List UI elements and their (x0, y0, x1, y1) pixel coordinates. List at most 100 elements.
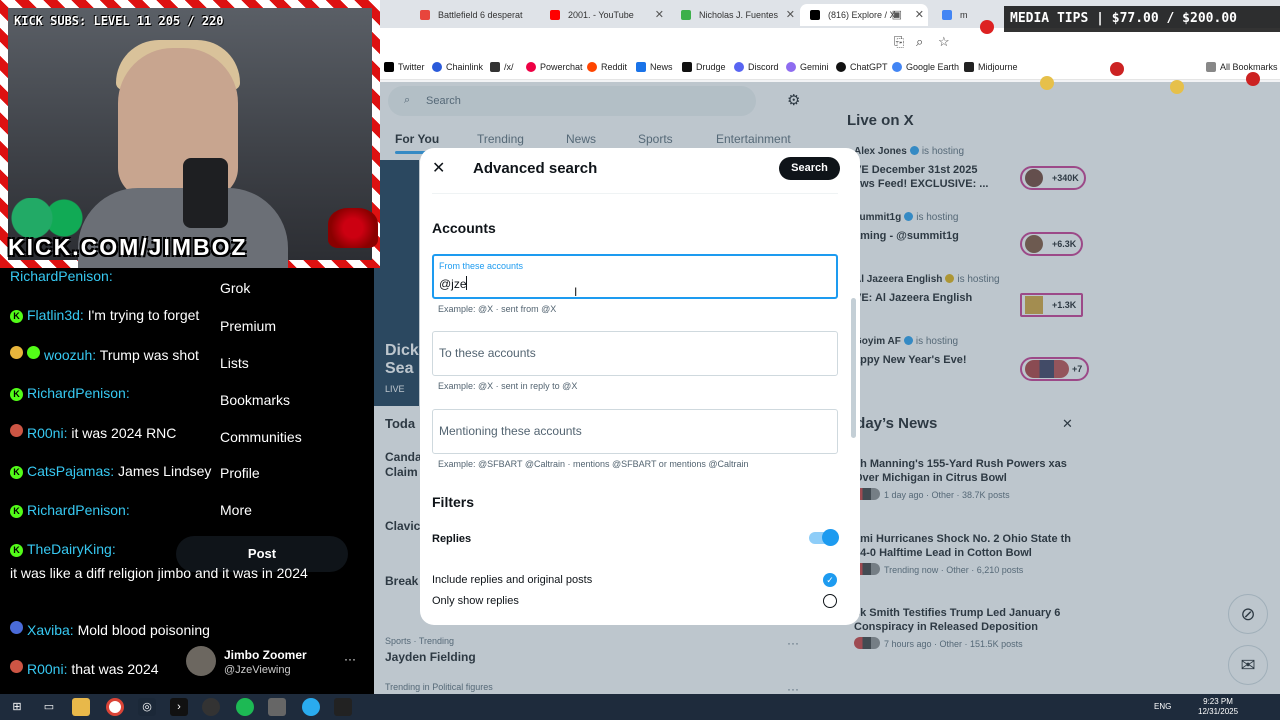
all-bookmarks[interactable]: All Bookmarks (1206, 62, 1278, 72)
close-tab-icon[interactable]: ✕ (786, 8, 795, 21)
field-placeholder: To these accounts (439, 346, 536, 360)
field-label: From these accounts (439, 261, 524, 271)
account-name: Jimbo Zoomer (224, 648, 307, 662)
chat-message: R00ni: it was 2024 RNC (10, 424, 176, 441)
nav-grok[interactable]: Grok (220, 280, 250, 296)
nav-premium[interactable]: Premium (220, 318, 276, 334)
browser-tab[interactable]: m (932, 4, 972, 26)
mentioning-accounts-input[interactable]: Mentioning these accounts (432, 409, 838, 454)
terminal-icon[interactable]: › (170, 698, 188, 716)
filters-section-title: Filters (432, 494, 475, 510)
replies-label: Replies (432, 533, 472, 545)
nav-bookmarks[interactable]: Bookmarks (220, 392, 290, 408)
bookmark-gemini[interactable]: Gemini (786, 62, 829, 72)
replies-toggle[interactable] (809, 529, 839, 546)
bookmark-google-earth[interactable]: Google Earth (892, 62, 959, 72)
telegram-icon[interactable] (302, 698, 320, 716)
browser-toolbar: ⎘ ⌕ ☆ (380, 28, 1280, 56)
text-cursor-icon: I (574, 285, 578, 299)
bookmark-powerchat[interactable]: Powerchat (526, 62, 583, 72)
system-clock[interactable]: 9:23 PM 12/31/2025 (1198, 697, 1238, 717)
youtube-icon (550, 10, 560, 20)
chat-message: woozuh: Trump was shot (10, 346, 199, 363)
bookmark-discord[interactable]: Discord (734, 62, 779, 72)
windows-start-icon[interactable]: ⊞ (8, 698, 26, 716)
app-icon[interactable] (334, 698, 352, 716)
chat-message: K RichardPenison: (10, 502, 130, 518)
text-caret (466, 276, 467, 290)
radio-button[interactable] (823, 594, 837, 608)
to-accounts-input[interactable]: To these accounts (432, 331, 838, 376)
task-view-icon[interactable]: ▭ (40, 698, 58, 716)
accounts-section-title: Accounts (432, 220, 496, 236)
tab-label: Nicholas J. Fuentes (699, 10, 779, 20)
bookmark-twitter[interactable]: Twitter (384, 62, 425, 72)
nav-more[interactable]: More (220, 502, 252, 518)
bookmark-x[interactable]: /x/ (490, 62, 514, 72)
spotify-icon[interactable] (236, 698, 254, 716)
chat-message: R00ni: that was 2024 (10, 660, 159, 677)
bookmarks-bar: Twitter Chainlink /x/ Powerchat Reddit N… (380, 56, 1280, 80)
sub-badge-icon (27, 346, 40, 359)
bookmark-chatgpt[interactable]: ChatGPT (836, 62, 888, 72)
language-indicator[interactable]: ENG (1154, 702, 1171, 711)
chat-message: K Flatlin3d: I'm trying to forget (10, 307, 199, 323)
bookmark-midjourney[interactable]: Midjourne (964, 62, 1018, 72)
media-icon[interactable]: ▣ (892, 8, 902, 21)
option-include-replies[interactable]: Include replies and original posts (432, 574, 592, 586)
checked-radio-icon[interactable]: ✓ (823, 573, 837, 587)
bookmark-star-icon[interactable]: ☆ (938, 34, 950, 50)
close-tab-icon[interactable]: ✕ (915, 8, 924, 21)
nav-profile[interactable]: Profile (220, 465, 260, 481)
zoom-icon[interactable]: ⌕ (916, 34, 923, 50)
tab-favicon-icon (681, 10, 691, 20)
browser-tab[interactable]: Battlefield 6 desperat (410, 4, 540, 26)
steam-icon[interactable]: ◎ (138, 698, 156, 716)
account-switcher[interactable]: Jimbo Zoomer @JzeViewing ··· (186, 646, 366, 682)
browser-tab[interactable]: Nicholas J. Fuentes ✕ (671, 4, 799, 26)
install-icon[interactable]: ⎘ (894, 34, 904, 50)
gemini-icon (786, 62, 796, 72)
more-options-icon[interactable]: ··· (344, 652, 356, 666)
from-accounts-input[interactable]: From these accounts @jze (432, 254, 838, 299)
windows-taskbar: ⊞ ▭ ◎ › ENG 9:23 PM 12/31/2025 (0, 694, 1280, 720)
chrome-icon[interactable] (106, 698, 124, 716)
close-tab-icon[interactable]: ✕ (655, 8, 664, 21)
emote-icon (10, 621, 23, 634)
tab-favicon-icon (420, 10, 430, 20)
nav-lists[interactable]: Lists (220, 355, 249, 371)
option-only-replies[interactable]: Only show replies (432, 595, 519, 607)
bookmark-news[interactable]: News (636, 62, 673, 72)
search-button[interactable]: Search (779, 157, 840, 180)
emote-icon (10, 424, 23, 437)
tab-label: m (960, 10, 968, 20)
close-icon[interactable]: ✕ (432, 158, 445, 178)
avatar (186, 646, 216, 676)
drudge-icon (682, 62, 692, 72)
obs-icon[interactable] (202, 698, 220, 716)
grid-icon (490, 62, 500, 72)
chainlink-icon (432, 62, 442, 72)
kick-badge-icon: K (10, 310, 23, 323)
nav-communities[interactable]: Communities (220, 429, 302, 445)
chat-message: K TheDairyKing: (10, 541, 116, 557)
tab-label: 2001. - YouTube (568, 10, 634, 20)
scrollbar[interactable] (851, 298, 856, 438)
from-hint: Example: @X · sent from @X (438, 304, 557, 314)
app-icon[interactable] (268, 698, 286, 716)
x-logo-icon (810, 10, 820, 20)
browser-tab-active[interactable]: (816) Explore / X ▣ ✕ (800, 4, 928, 26)
x-logo-icon (384, 62, 394, 72)
browser-tab[interactable]: 2001. - YouTube ✕ (540, 4, 668, 26)
kick-subs-counter: KICK SUBS: LEVEL 11 205 / 220 (14, 14, 224, 28)
powerchat-icon (526, 62, 536, 72)
file-explorer-icon[interactable] (72, 698, 90, 716)
to-hint: Example: @X · sent in reply to @X (438, 381, 578, 391)
media-tips-counter: MEDIA TIPS | $77.00 / $200.00 (1004, 6, 1280, 32)
kick-badge-icon: K (10, 505, 23, 518)
bookmark-reddit[interactable]: Reddit (587, 62, 627, 72)
midjourney-icon (964, 62, 974, 72)
bookmark-chainlink[interactable]: Chainlink (432, 62, 483, 72)
chat-message: Xaviba: Mold blood poisoning (10, 621, 210, 638)
bookmark-drudge[interactable]: Drudge (682, 62, 726, 72)
